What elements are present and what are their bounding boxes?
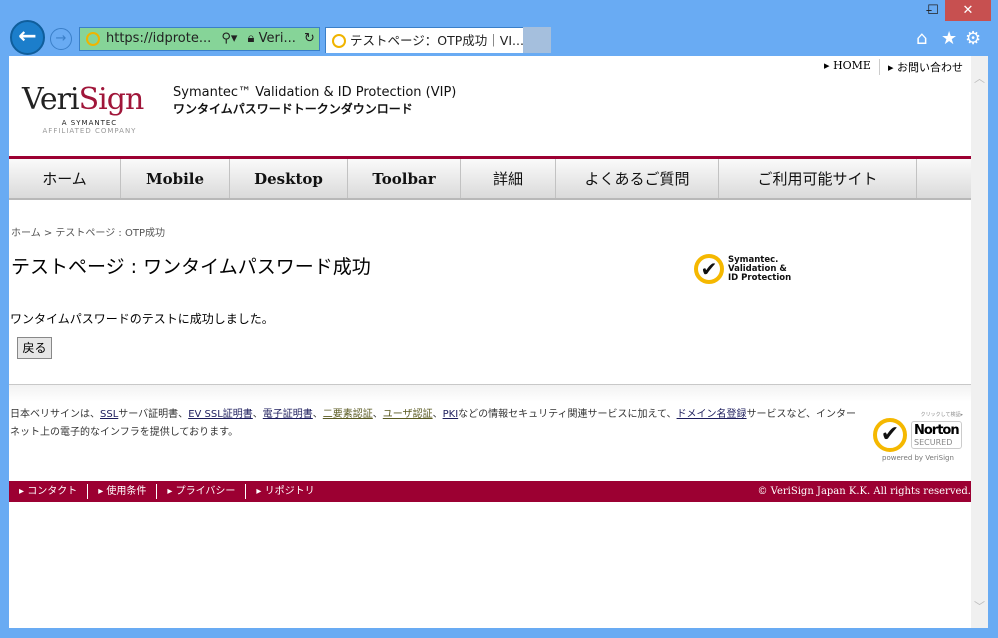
divider (9, 384, 971, 402)
link-pki[interactable]: PKI (443, 409, 459, 420)
home-icon[interactable]: ⌂ (916, 28, 927, 49)
footer-description: 日本ベリサインは、SSLサーバ証明書、EV SSL証明書、電子証明書、二要素認証… (10, 409, 857, 438)
site-title: Symantec™ Validation & ID Protection (VI… (173, 84, 456, 118)
footer-link-repository[interactable]: ▸ リポジトリ (246, 484, 324, 499)
contact-link[interactable]: ▸ お問い合わせ (878, 59, 971, 75)
menu-faq[interactable]: よくあるご質問 (556, 159, 719, 198)
page-title: テストページ : ワンタイムパスワード成功 (11, 256, 371, 278)
browser-tab[interactable]: テストページ：OTP成功｜VI... ✕ (325, 27, 548, 53)
close-window-button[interactable]: ✕ (945, 0, 991, 21)
verisign-logo[interactable]: VeriSign A SYMANTEC AFFILIATED COMPANY (22, 70, 157, 145)
url-text: https://idprote... (106, 31, 212, 46)
check-icon: ✔ (873, 418, 907, 452)
main-menu: ホーム Mobile Desktop Toolbar 詳細 よくあるご質問 ご利… (9, 159, 971, 200)
norton-check-icon (332, 34, 346, 48)
check-icon: ✔ (694, 254, 724, 284)
footer-link-terms[interactable]: ▸ 使用条件 (88, 484, 158, 499)
lock-icon: 🔒︎ (247, 31, 255, 46)
new-tab-button[interactable] (523, 27, 551, 53)
site-title-jp: ワンタイムパスワードトークンダウンロード (173, 102, 413, 116)
vertical-scrollbar[interactable]: ︿ ﹀ (971, 56, 988, 628)
site-title-en: Symantec™ Validation & ID Protection (VI… (173, 85, 457, 100)
link-ev-ssl[interactable]: EV SSL証明書 (188, 409, 253, 420)
address-bar[interactable]: https://idprote... ⚲▾ 🔒︎ Veri... ↻ (79, 27, 320, 51)
star-icon[interactable]: ★ (941, 28, 957, 49)
vip-logo: ✔ Symantec. Validation & ID Protection (694, 254, 791, 284)
menu-home[interactable]: ホーム (9, 159, 121, 198)
footer-bar: ▸ コンタクト ▸ 使用条件 ▸ プライバシー ▸ リポジトリ © VeriSi… (9, 481, 971, 502)
refresh-icon[interactable]: ↻ (304, 31, 315, 46)
back-button[interactable]: 戻る (17, 337, 52, 359)
menu-sites[interactable]: ご利用可能サイト (719, 159, 917, 198)
forward-arrow-icon[interactable]: → (50, 28, 72, 50)
norton-secured-seal[interactable]: クリックして検証▸ ✔ Norton SECURED powered by Ver… (873, 411, 963, 469)
search-icon[interactable]: ⚲▾ (221, 31, 237, 46)
copyright: © VeriSign Japan K.K. All rights reserve… (757, 486, 971, 497)
menu-toolbar[interactable]: Toolbar (348, 159, 461, 198)
chevron-up-icon[interactable]: ︿ (971, 70, 988, 86)
page-content: ▸ HOME ▸ お問い合わせ VeriSign A SYMANTEC AFFI… (9, 56, 971, 628)
gear-icon[interactable]: ⚙ (965, 28, 981, 49)
footer-link-contact[interactable]: ▸ コンタクト (9, 484, 89, 499)
link-domain[interactable]: ドメイン名登録 (677, 409, 747, 420)
norton-check-icon (86, 32, 100, 46)
breadcrumb: ホーム > テストページ : OTP成功 (11, 228, 165, 239)
logo-sub: A SYMANTEC (61, 119, 118, 127)
top-links: ▸ HOME ▸ お問い合わせ (816, 59, 971, 75)
back-arrow-icon[interactable]: ← (10, 20, 45, 55)
menu-details[interactable]: 詳細 (461, 159, 556, 198)
footer-link-privacy[interactable]: ▸ プライバシー (157, 484, 247, 499)
home-link[interactable]: ▸ HOME (816, 59, 879, 75)
menu-mobile[interactable]: Mobile (121, 159, 230, 198)
link-2fa[interactable]: 二要素認証 (323, 409, 373, 420)
link-user-auth[interactable]: ユーザ認証 (383, 409, 433, 420)
certificate-label[interactable]: Veri... (259, 31, 296, 46)
link-ssl[interactable]: SSL (100, 409, 118, 420)
success-message: ワンタイムパスワードのテストに成功しました。 (10, 312, 274, 326)
menu-desktop[interactable]: Desktop (230, 159, 348, 198)
link-digital-cert[interactable]: 電子証明書 (263, 409, 313, 420)
logo-sub: AFFILIATED COMPANY (42, 127, 137, 135)
maximize-button[interactable]: ☐ (920, 0, 946, 21)
tab-title: テストページ：OTP成功｜VI... (350, 33, 524, 48)
chevron-down-icon[interactable]: ﹀ (971, 598, 988, 614)
